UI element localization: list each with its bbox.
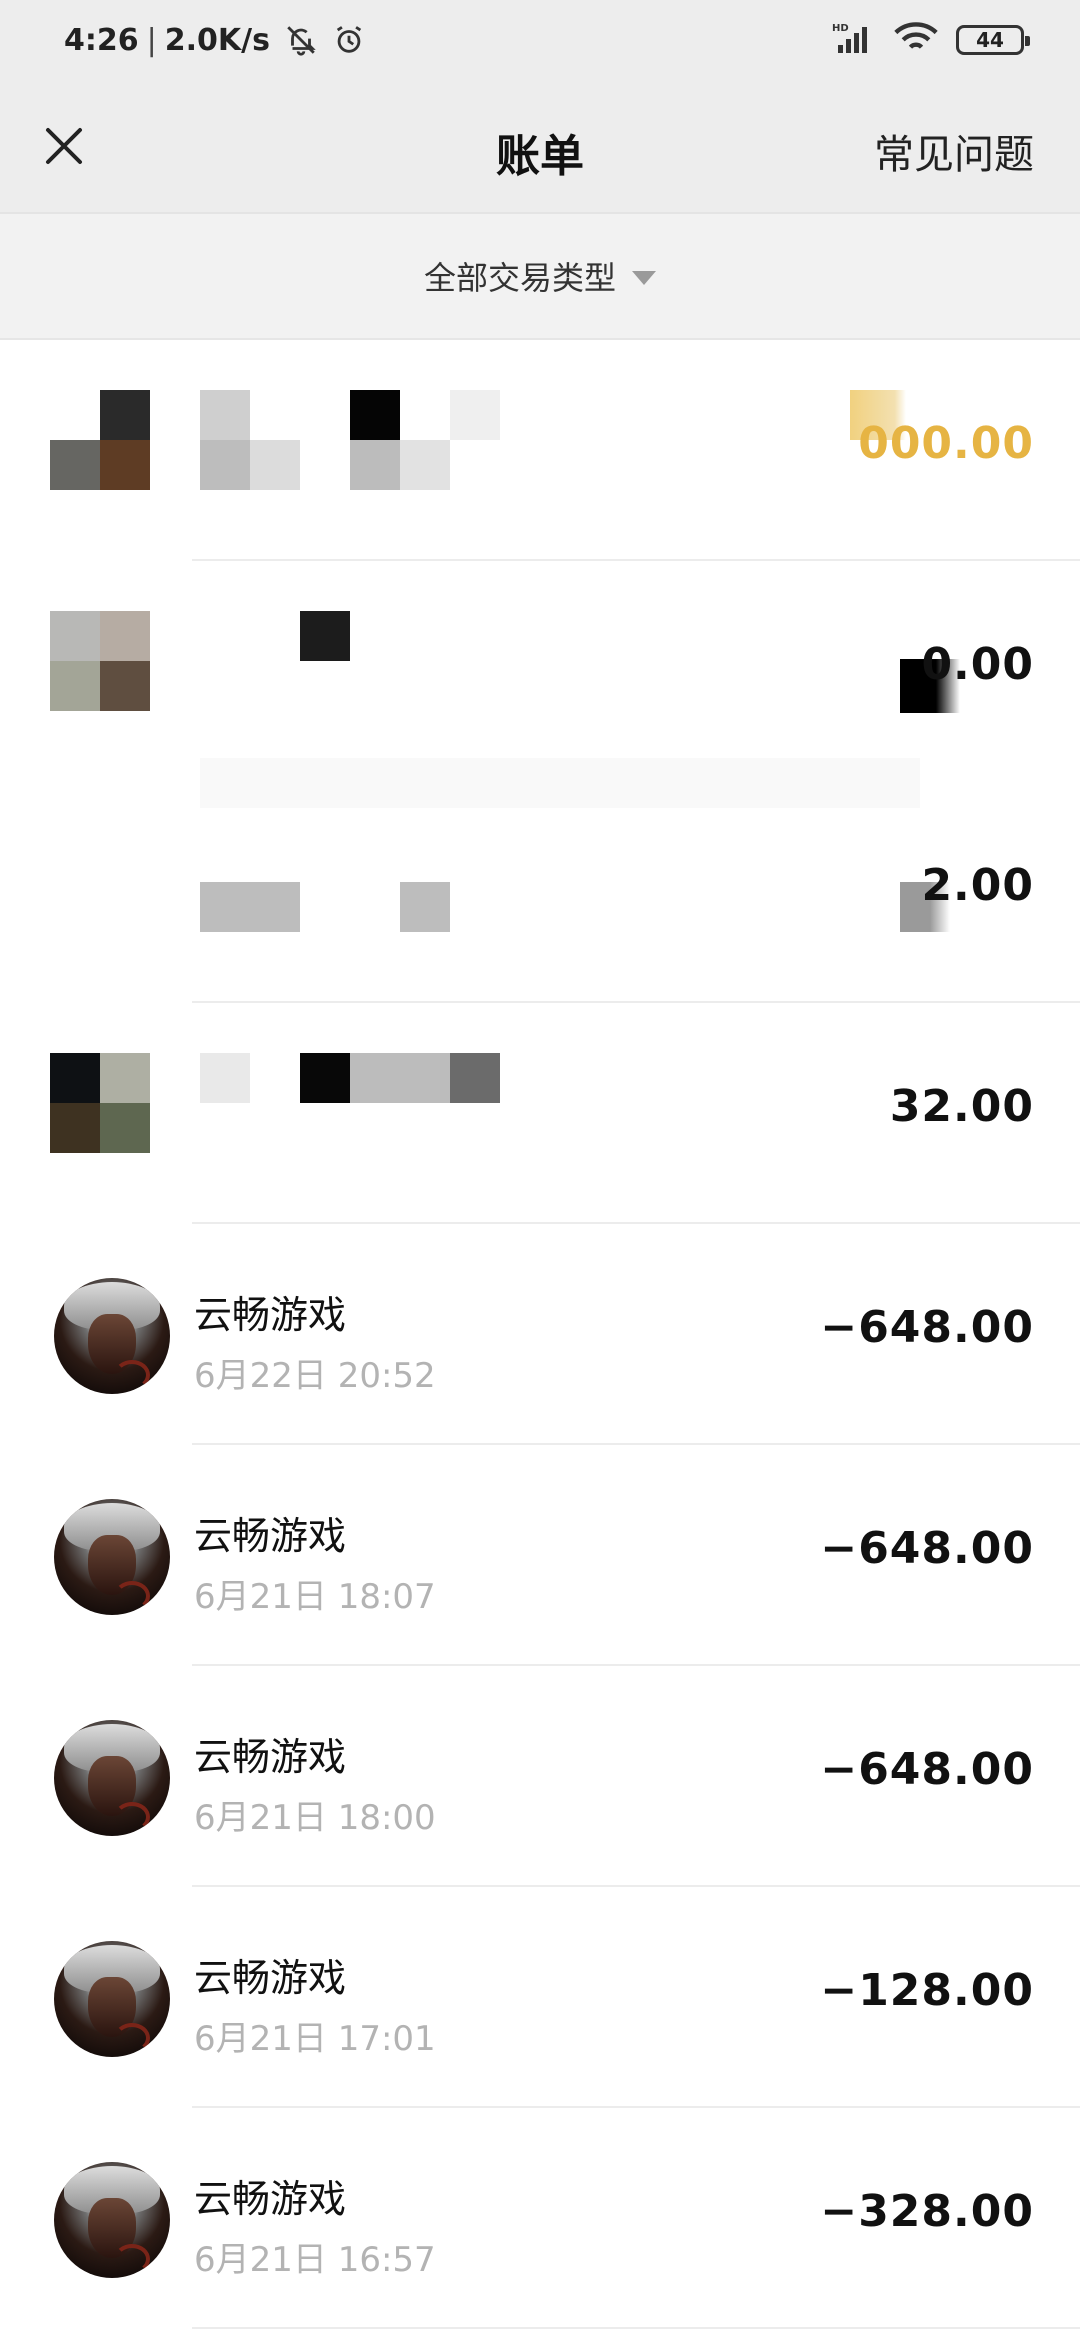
censored-avatar xyxy=(50,390,150,490)
list-item[interactable]: 云畅游戏 6月21日 18:00 −648.00 xyxy=(0,1666,1080,1887)
list-item[interactable]: 32.00 xyxy=(0,1003,1080,1224)
amount: −648.00 xyxy=(820,1523,1034,1574)
merchant-name: 云畅游戏 xyxy=(194,1514,347,1558)
list-item[interactable]: 云畅游戏 6月21日 18:07 −648.00 xyxy=(0,1445,1080,1666)
amount: 2.00 xyxy=(921,860,1034,911)
transaction-time: 6月21日 16:57 xyxy=(194,2240,436,2280)
divider xyxy=(192,2327,1080,2329)
amount: −128.00 xyxy=(820,1965,1034,2016)
list-item[interactable]: 000.00 xyxy=(0,340,1080,561)
avatar xyxy=(54,1278,170,1394)
list-item[interactable]: 云畅游戏 6月21日 17:01 −128.00 xyxy=(0,1887,1080,2108)
wifi-icon xyxy=(894,21,938,59)
amount: 000.00 xyxy=(858,418,1034,469)
avatar xyxy=(54,1720,170,1836)
transaction-time: 6月22日 20:52 xyxy=(194,1356,436,1396)
status-time: 4:26 xyxy=(64,22,139,58)
merchant-name: 云畅游戏 xyxy=(194,1735,347,1779)
faq-link[interactable]: 常见问题 xyxy=(874,122,1034,180)
battery-icon: 44 xyxy=(956,25,1030,55)
amount: 32.00 xyxy=(889,1081,1034,1132)
avatar xyxy=(54,1499,170,1615)
status-bar: 4:26 | 2.0K/s HD 44 xyxy=(0,0,1080,80)
censored-title xyxy=(200,390,500,490)
bell-off-icon xyxy=(284,23,318,57)
alarm-icon xyxy=(332,23,366,57)
status-left: 4:26 | 2.0K/s xyxy=(64,23,366,58)
list-item[interactable]: 2.00 xyxy=(0,782,1080,1003)
censored-avatar xyxy=(50,611,150,711)
battery-level: 44 xyxy=(976,28,1004,52)
amount: −328.00 xyxy=(820,2186,1034,2237)
censored-avatar xyxy=(50,1053,150,1153)
filter-label: 全部交易类型 xyxy=(423,259,616,297)
network-speed: 2.0K/s xyxy=(164,22,270,58)
transaction-time: 6月21日 18:00 xyxy=(194,1798,436,1838)
list-item[interactable]: 云畅游戏 6月22日 20:52 −648.00 xyxy=(0,1224,1080,1445)
transaction-time: 6月21日 17:01 xyxy=(194,2019,436,2059)
caret-down-icon xyxy=(632,271,656,285)
censor-block xyxy=(200,882,300,932)
amount: 0.00 xyxy=(921,639,1034,690)
amount: −648.00 xyxy=(820,1302,1034,1353)
amount: −648.00 xyxy=(820,1744,1034,1795)
merchant-name: 云畅游戏 xyxy=(194,2177,347,2221)
list-item[interactable]: 云畅游戏 6月21日 16:57 −328.00 xyxy=(0,2108,1080,2329)
svg-text:HD: HD xyxy=(832,23,849,34)
censor-block xyxy=(400,882,450,932)
bill-list: 000.00 0.00 2.00 32.00 云畅游戏 6月22日 20:52 … xyxy=(0,340,1080,2329)
merchant-name: 云畅游戏 xyxy=(194,1956,347,2000)
status-right: HD 44 xyxy=(832,21,1030,59)
app-header: 账单 常见问题 xyxy=(0,80,1080,212)
censored-title xyxy=(200,1053,500,1103)
signal-icon: HD xyxy=(832,21,876,59)
censor-block xyxy=(300,611,350,661)
avatar xyxy=(54,1941,170,2057)
list-item[interactable]: 0.00 xyxy=(0,561,1080,808)
status-separator: | xyxy=(146,22,157,58)
transaction-time: 6月21日 18:07 xyxy=(194,1577,436,1617)
transaction-type-filter[interactable]: 全部交易类型 xyxy=(0,212,1080,340)
avatar xyxy=(54,2162,170,2278)
merchant-name: 云畅游戏 xyxy=(194,1293,347,1337)
